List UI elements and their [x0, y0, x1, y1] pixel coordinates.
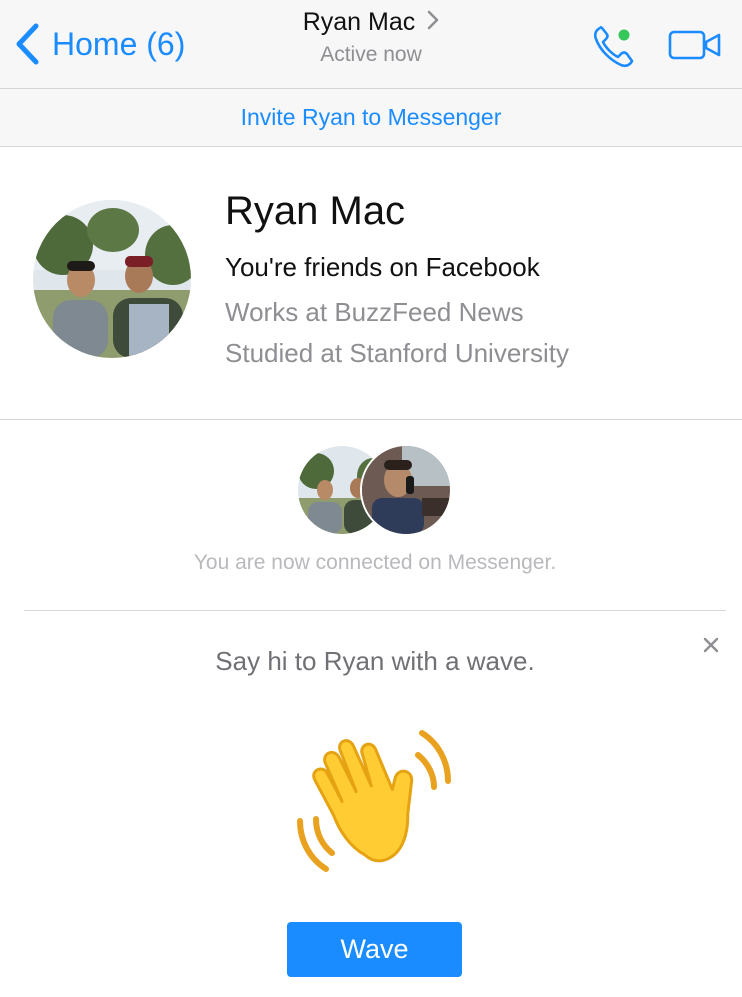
divider [24, 610, 726, 611]
friendship-status: You're friends on Facebook [225, 252, 540, 282]
video-camera-icon [666, 30, 724, 70]
conversation-header: Home (6) Ryan Mac Active now [0, 0, 742, 88]
divider [0, 419, 742, 420]
profile-name: Ryan Mac [225, 189, 406, 233]
invite-label: Invite Ryan to Messenger [240, 104, 502, 130]
contact-title-button[interactable]: Ryan Mac [303, 8, 440, 37]
waving-hand-icon[interactable] [290, 725, 460, 885]
phone-icon [590, 25, 642, 74]
profile-photo[interactable] [33, 200, 191, 358]
wave-prompt: Say hi to Ryan with a wave. [215, 646, 535, 676]
wave-button[interactable]: Wave [287, 922, 462, 977]
wave-button-label: Wave [340, 934, 409, 964]
connection-message: You are now connected on Messenger. [193, 551, 557, 574]
profile-work: Works at BuzzFeed News [225, 297, 524, 327]
invite-to-messenger-link[interactable]: Invite Ryan to Messenger [0, 88, 742, 147]
user-avatar [360, 444, 452, 536]
profile-education: Studied at Stanford University [225, 338, 569, 368]
voice-call-button[interactable] [590, 22, 642, 70]
video-call-button[interactable] [666, 26, 724, 66]
contact-name-title: Ryan Mac [302, 8, 416, 36]
chevron-right-icon [427, 10, 439, 35]
